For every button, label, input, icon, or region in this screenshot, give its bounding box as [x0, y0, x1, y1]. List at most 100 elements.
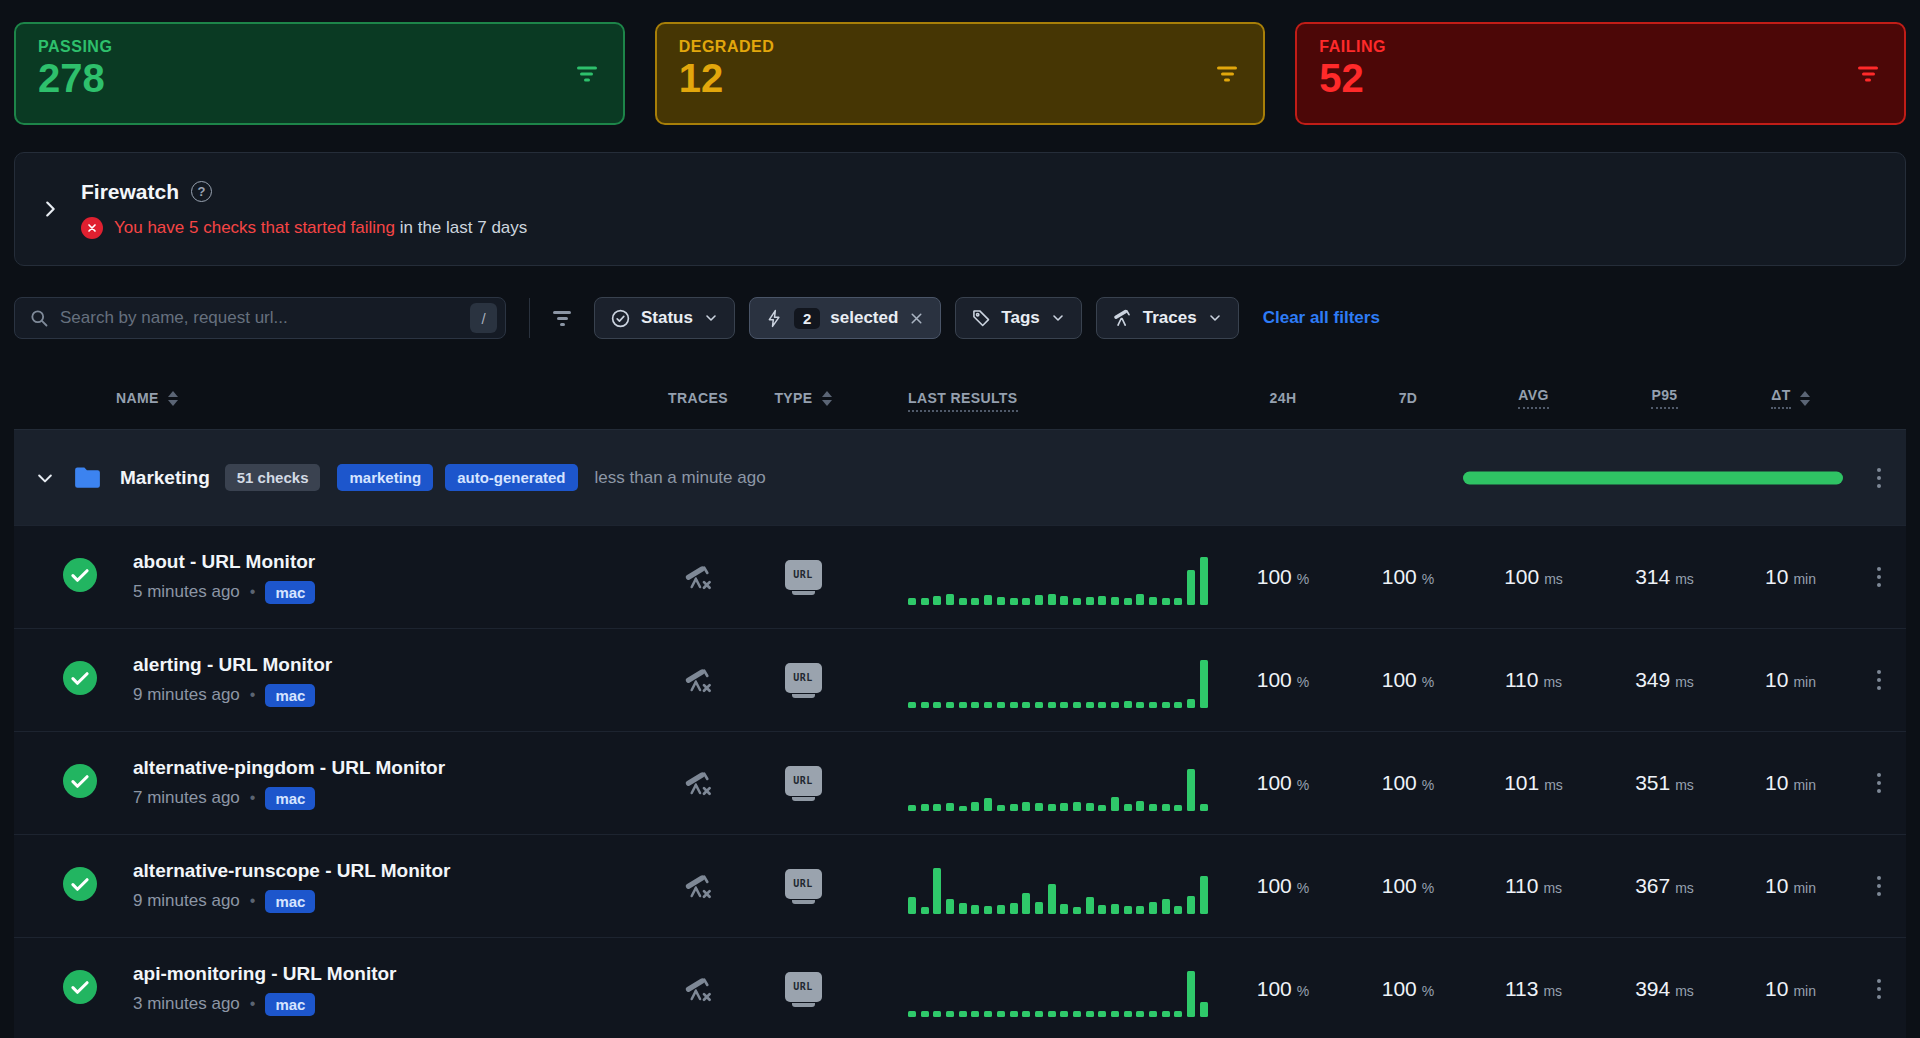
- help-icon[interactable]: ?: [191, 181, 212, 202]
- traces-filter-pill[interactable]: Traces: [1096, 297, 1239, 339]
- result-bar: [908, 1011, 916, 1017]
- filter-icon[interactable]: [1217, 66, 1237, 81]
- check-row[interactable]: api-monitoring - URL Monitor 3 minutes a…: [14, 937, 1906, 1038]
- url-monitor-type-icon: URL: [785, 766, 822, 801]
- header-p95[interactable]: P95: [1651, 387, 1677, 409]
- header-type[interactable]: TYPE: [774, 390, 831, 406]
- result-bar: [1111, 702, 1119, 708]
- url-monitor-type-icon: URL: [785, 972, 822, 1007]
- result-bar: [1162, 702, 1170, 708]
- url-monitor-type-icon: URL: [785, 869, 822, 904]
- last-results-sparkline: [908, 763, 1208, 811]
- chevron-down-icon: [1207, 310, 1223, 326]
- result-bar: [1060, 596, 1068, 605]
- group-row-marketing[interactable]: Marketing 51 checks marketing auto-gener…: [14, 429, 1906, 525]
- kebab-menu-icon[interactable]: [1877, 979, 1881, 999]
- result-bar: [1162, 899, 1170, 914]
- kebab-menu-icon[interactable]: [1877, 876, 1881, 896]
- failing-card[interactable]: FAILING 52: [1295, 22, 1906, 125]
- result-bar: [1149, 702, 1157, 708]
- status-passing-icon: [63, 661, 97, 695]
- tags-filter-label: Tags: [1001, 308, 1039, 328]
- clear-all-filters-link[interactable]: Clear all filters: [1263, 308, 1380, 328]
- meta-separator: •: [250, 789, 256, 807]
- result-bar: [921, 702, 929, 708]
- group-tag-badge[interactable]: marketing: [337, 464, 433, 491]
- kebab-menu-icon[interactable]: [1877, 773, 1881, 793]
- passing-card[interactable]: PASSING 278: [14, 22, 625, 125]
- result-bar: [1149, 902, 1157, 914]
- result-bar: [997, 1011, 1005, 1017]
- failing-count: 52: [1319, 56, 1882, 101]
- chevron-down-icon[interactable]: [35, 468, 55, 488]
- header-avg[interactable]: AVG: [1518, 387, 1549, 409]
- chevron-right-icon[interactable]: [39, 198, 61, 220]
- degraded-count: 12: [679, 56, 1242, 101]
- close-icon[interactable]: [908, 310, 925, 327]
- result-bar: [1111, 597, 1119, 605]
- filter-icon[interactable]: [577, 66, 597, 81]
- check-row[interactable]: about - URL Monitor 5 minutes ago • mac …: [14, 525, 1906, 628]
- check-tag-badge[interactable]: mac: [265, 787, 315, 810]
- check-tag-badge[interactable]: mac: [265, 993, 315, 1016]
- check-tag-badge[interactable]: mac: [265, 684, 315, 707]
- firewatch-alert-rest: in the last 7 days: [395, 218, 527, 237]
- result-bar: [1111, 1011, 1119, 1017]
- result-bar: [1073, 1011, 1081, 1017]
- header-last-results[interactable]: LAST RESULTS: [908, 390, 1018, 412]
- check-row[interactable]: alternative-runscope - URL Monitor 9 min…: [14, 834, 1906, 937]
- check-tag-badge[interactable]: mac: [265, 581, 315, 604]
- tags-filter-pill[interactable]: Tags: [955, 297, 1081, 339]
- chevron-down-icon: [1050, 310, 1066, 326]
- firewatch-title: Firewatch: [81, 180, 179, 204]
- result-bar: [971, 1011, 979, 1017]
- traces-filter-label: Traces: [1143, 308, 1197, 328]
- check-row[interactable]: alerting - URL Monitor 9 minutes ago • m…: [14, 628, 1906, 731]
- kebab-menu-icon[interactable]: [1877, 670, 1881, 690]
- firewatch-panel: Firewatch ? You have 5 checks that start…: [14, 152, 1906, 266]
- url-monitor-type-icon: URL: [785, 560, 822, 595]
- selected-filter-pill[interactable]: 2 selected: [749, 297, 941, 339]
- kebab-menu-icon[interactable]: [1877, 468, 1881, 488]
- result-bar: [1048, 1011, 1056, 1017]
- traces-disabled-icon: [683, 974, 714, 1005]
- search-box[interactable]: /: [14, 297, 506, 339]
- check-name[interactable]: alerting - URL Monitor: [133, 654, 658, 676]
- kebab-menu-icon[interactable]: [1877, 567, 1881, 587]
- result-bar: [1200, 557, 1208, 605]
- search-input[interactable]: [60, 308, 459, 328]
- header-delta-t[interactable]: ΔT: [1771, 387, 1809, 409]
- tag-icon: [971, 308, 991, 328]
- result-bar: [1022, 702, 1030, 708]
- group-tag-badge[interactable]: auto-generated: [445, 464, 577, 491]
- result-bar: [933, 1011, 941, 1017]
- check-name[interactable]: alternative-pingdom - URL Monitor: [133, 757, 658, 779]
- result-bar: [921, 907, 929, 914]
- result-bar: [959, 702, 967, 708]
- result-bar: [1136, 906, 1144, 914]
- check-name[interactable]: alternative-runscope - URL Monitor: [133, 860, 658, 882]
- result-bar: [908, 805, 916, 811]
- check-tag-badge[interactable]: mac: [265, 890, 315, 913]
- result-bar: [1187, 699, 1195, 708]
- result-bar: [946, 803, 954, 811]
- result-bar: [1149, 1011, 1157, 1017]
- header-name[interactable]: NAME: [116, 390, 178, 406]
- degraded-card[interactable]: DEGRADED 12: [655, 22, 1266, 125]
- last-results-sparkline: [908, 866, 1208, 914]
- check-row[interactable]: alternative-pingdom - URL Monitor 7 minu…: [14, 731, 1906, 834]
- result-bar: [1060, 803, 1068, 811]
- shortcut-key-badge: /: [470, 303, 497, 333]
- check-last-run: 7 minutes ago: [133, 788, 240, 808]
- check-name[interactable]: api-monitoring - URL Monitor: [133, 963, 658, 985]
- result-bar: [908, 897, 916, 914]
- check-name[interactable]: about - URL Monitor: [133, 551, 658, 573]
- traces-disabled-icon: [683, 562, 714, 593]
- filter-icon[interactable]: [1858, 66, 1878, 81]
- group-count-badge: 51 checks: [225, 464, 321, 491]
- status-filter-pill[interactable]: Status: [594, 297, 735, 339]
- status-check-icon: [610, 308, 631, 329]
- funnel-filter-icon[interactable]: [553, 311, 571, 326]
- status-filter-label: Status: [641, 308, 693, 328]
- result-bar: [1174, 1011, 1182, 1017]
